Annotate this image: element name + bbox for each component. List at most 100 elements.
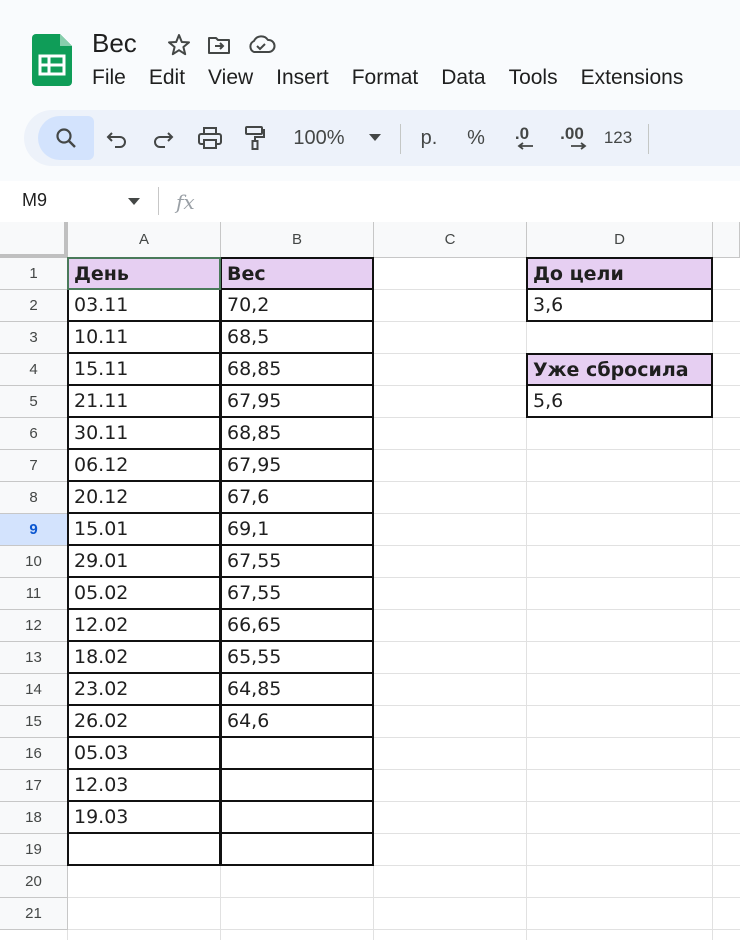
menu-insert[interactable]: Insert (276, 66, 329, 90)
row-header-2[interactable]: 2 (0, 290, 68, 322)
table-cell[interactable]: 68,85 (220, 417, 374, 450)
table-cell[interactable]: 64,6 (220, 705, 374, 738)
menu-view[interactable]: View (208, 66, 253, 90)
gridline (68, 929, 740, 930)
document-title[interactable]: Вес (92, 28, 137, 59)
paint-format-icon (245, 126, 265, 150)
table-cell[interactable]: 12.02 (67, 609, 221, 642)
table-cell[interactable]: 26.02 (67, 705, 221, 738)
table-cell[interactable]: 05.03 (67, 737, 221, 770)
column-header-a[interactable]: A (68, 222, 221, 258)
sheets-logo-icon[interactable] (32, 34, 72, 86)
table-cell[interactable]: 67,55 (220, 577, 374, 610)
table-cell[interactable]: 21.11 (67, 385, 221, 418)
menu-extensions[interactable]: Extensions (581, 66, 684, 90)
table-cell[interactable]: 03.11 (67, 289, 221, 322)
table-cell[interactable] (67, 833, 221, 866)
undo-button[interactable] (102, 110, 132, 166)
column-header-c[interactable]: C (374, 222, 527, 258)
row-header-15[interactable]: 15 (0, 706, 68, 738)
print-button[interactable] (194, 110, 226, 166)
row-header-4[interactable]: 4 (0, 354, 68, 386)
search-menus-button[interactable] (38, 116, 94, 160)
table-cell[interactable] (220, 833, 374, 866)
row-header-10[interactable]: 10 (0, 546, 68, 578)
row-header-16[interactable]: 16 (0, 738, 68, 770)
menu-data[interactable]: Data (441, 66, 485, 90)
row-header-1[interactable]: 1 (0, 258, 68, 290)
table-cell[interactable]: 68,85 (220, 353, 374, 386)
menu-file[interactable]: File (92, 66, 126, 90)
table-cell[interactable]: 69,1 (220, 513, 374, 546)
table-cell[interactable]: 18.02 (67, 641, 221, 674)
star-icon[interactable] (166, 32, 192, 58)
more-formats-button[interactable]: 123 (600, 110, 636, 166)
row-header-8[interactable]: 8 (0, 482, 68, 514)
decrease-decimals-button[interactable]: .0 (504, 110, 540, 166)
table-cell[interactable]: 68,5 (220, 321, 374, 354)
menu-edit[interactable]: Edit (149, 66, 185, 90)
column-header-e[interactable] (713, 222, 740, 258)
table-cell[interactable]: 10.11 (67, 321, 221, 354)
row-header-18[interactable]: 18 (0, 802, 68, 834)
percent-format-button[interactable]: % (460, 110, 492, 166)
table-cell[interactable]: 30.11 (67, 417, 221, 450)
summary-label-cell[interactable]: До цели (526, 257, 713, 290)
row-header-19[interactable]: 19 (0, 834, 68, 866)
row-header-3[interactable]: 3 (0, 322, 68, 354)
row-header-7[interactable]: 7 (0, 450, 68, 482)
table-cell[interactable]: 70,2 (220, 289, 374, 322)
row-header-21[interactable]: 21 (0, 898, 68, 930)
row-header-12[interactable]: 12 (0, 610, 68, 642)
table-cell[interactable]: 67,6 (220, 481, 374, 514)
redo-button[interactable] (148, 110, 178, 166)
zoom-dropdown[interactable] (364, 110, 386, 166)
row-header-11[interactable]: 11 (0, 578, 68, 610)
table-cell[interactable] (220, 801, 374, 834)
name-box[interactable]: M9 (22, 190, 47, 211)
summary-value-cell[interactable]: 5,6 (526, 385, 713, 418)
increase-decimals-button[interactable]: .00 (552, 110, 592, 166)
table-header-cell[interactable]: Вес (220, 257, 374, 290)
caret-down-icon[interactable] (128, 198, 140, 206)
table-cell[interactable]: 23.02 (67, 673, 221, 706)
spreadsheet-grid[interactable]: A B C D 1 2 3 4 5 6 7 8 9 10 11 12 13 14 15 16 17 18 19 20 21 Ден… (0, 222, 740, 940)
select-all-corner[interactable] (0, 222, 68, 258)
row-header-6[interactable]: 6 (0, 418, 68, 450)
row-header-13[interactable]: 13 (0, 642, 68, 674)
table-cell[interactable]: 15.11 (67, 353, 221, 386)
summary-value-cell[interactable]: 3,6 (526, 289, 713, 322)
table-cell[interactable]: 65,55 (220, 641, 374, 674)
table-cell[interactable]: 19.03 (67, 801, 221, 834)
row-header-5[interactable]: 5 (0, 386, 68, 418)
table-cell[interactable]: 05.02 (67, 577, 221, 610)
table-cell[interactable]: 67,95 (220, 385, 374, 418)
cloud-status-icon[interactable] (246, 32, 276, 58)
column-header-d[interactable]: D (527, 222, 713, 258)
table-cell[interactable]: 06.12 (67, 449, 221, 482)
undo-icon (106, 132, 126, 148)
summary-label-cell[interactable]: Уже сбросила (526, 353, 713, 386)
row-header-9[interactable]: 9 (0, 514, 68, 546)
move-to-folder-icon[interactable] (206, 32, 232, 58)
table-cell[interactable]: 67,55 (220, 545, 374, 578)
currency-format-button[interactable]: р. (412, 110, 446, 166)
column-header-b[interactable]: B (221, 222, 374, 258)
table-header-cell[interactable]: День (67, 257, 221, 290)
row-header-17[interactable]: 17 (0, 770, 68, 802)
table-cell[interactable]: 15.01 (67, 513, 221, 546)
menu-format[interactable]: Format (352, 66, 419, 90)
table-cell[interactable]: 20.12 (67, 481, 221, 514)
table-cell[interactable] (220, 737, 374, 770)
table-cell[interactable] (220, 769, 374, 802)
table-cell[interactable]: 67,95 (220, 449, 374, 482)
row-header-20[interactable]: 20 (0, 866, 68, 898)
menu-tools[interactable]: Tools (509, 66, 558, 90)
table-cell[interactable]: 12.03 (67, 769, 221, 802)
zoom-select[interactable]: 100% (286, 110, 352, 166)
paint-format-button[interactable] (240, 110, 270, 166)
table-cell[interactable]: 29.01 (67, 545, 221, 578)
table-cell[interactable]: 64,85 (220, 673, 374, 706)
row-header-14[interactable]: 14 (0, 674, 68, 706)
table-cell[interactable]: 66,65 (220, 609, 374, 642)
